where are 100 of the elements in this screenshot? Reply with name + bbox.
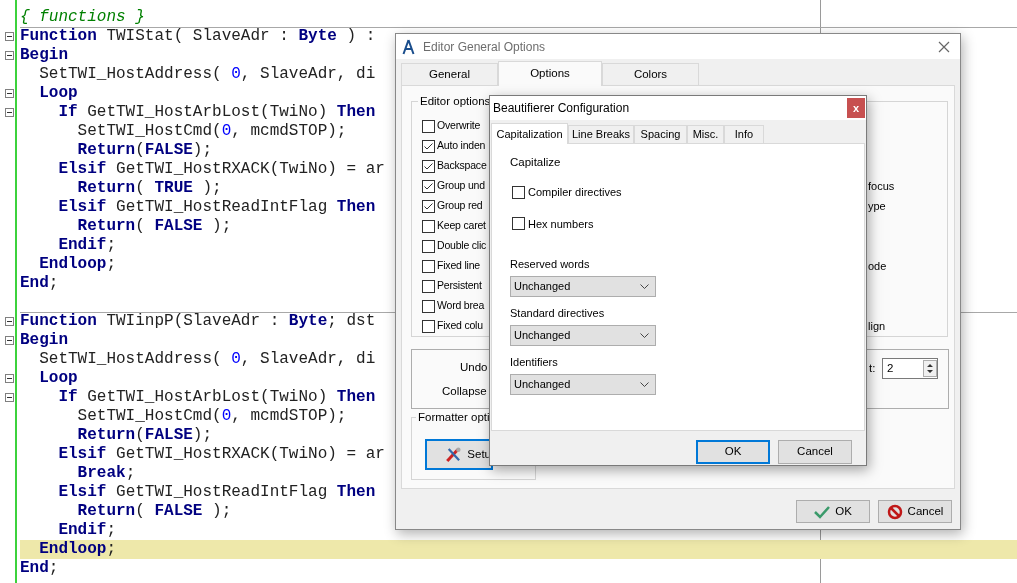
code-line: SetTWI_HostCmd(0, mcmdSTOP); <box>76 122 347 141</box>
checkbox[interactable] <box>422 259 435 273</box>
code-line: Endloop; <box>38 255 117 274</box>
tab[interactable]: Line Breaks <box>568 125 634 143</box>
code-line: Endif; <box>57 236 117 255</box>
close-icon[interactable] <box>938 40 950 53</box>
tab[interactable]: Colors <box>602 63 699 85</box>
chevron-down-icon <box>640 381 649 388</box>
code-line: If GetTWI_HostArbLost(TwiNo) Then <box>57 103 376 122</box>
fold-icon[interactable] <box>5 32 14 41</box>
checkbox-label: Group red <box>437 198 483 214</box>
code-line: Endif; <box>57 521 117 540</box>
checkbox[interactable] <box>422 179 435 193</box>
checkbox-label: Double clic <box>437 238 487 254</box>
ok-button[interactable]: OK <box>696 440 770 464</box>
fold-icon[interactable] <box>5 51 14 60</box>
spin-field[interactable]: 2 <box>882 358 938 379</box>
code-line: SetTWI_HostAddress( 0, SlaveAdr, di <box>38 65 376 84</box>
code-line: Return(FALSE); <box>76 426 213 445</box>
code-line: Return(FALSE); <box>76 141 213 160</box>
code-line: Endloop; <box>38 540 117 559</box>
fold-icon[interactable] <box>5 374 14 383</box>
code-line: Return( TRUE ); <box>76 179 222 198</box>
undo-label: Undo <box>460 360 488 374</box>
field-label: Standard directives <box>510 306 606 320</box>
spin-arrows-icon[interactable] <box>923 360 937 377</box>
checkbox-label: Word brea <box>437 298 485 314</box>
checkbox[interactable] <box>422 319 435 333</box>
tab[interactable]: Capitalization <box>491 123 568 144</box>
checkbox-label: Group und <box>437 178 485 194</box>
code-line: Break; <box>76 464 136 483</box>
chevron-down-icon <box>640 283 649 290</box>
code-line: Elsif GetTWI_HostRXACK(TwiNo) = ar <box>57 445 385 464</box>
window-title: Beautifierer Configuration <box>493 100 631 117</box>
checkbox[interactable] <box>422 239 435 253</box>
window-title: Editor General Options <box>423 38 546 56</box>
code-line: End; <box>20 274 59 293</box>
group-title: Formatter opti <box>416 410 492 424</box>
code-line: SetTWI_HostAddress( 0, SlaveAdr, di <box>38 350 376 369</box>
code-line: Begin <box>20 331 68 350</box>
option-label: ype <box>868 198 886 214</box>
checkbox-label: Persistent <box>437 278 482 294</box>
spin-label: t: <box>869 361 876 375</box>
tab[interactable]: General <box>401 63 498 85</box>
fold-icon[interactable] <box>5 393 14 402</box>
code-line: { functions } <box>20 8 145 27</box>
checkbox[interactable] <box>422 279 435 293</box>
fold-icon[interactable] <box>5 108 14 117</box>
checkbox-label: Overwrite <box>437 118 481 134</box>
field-label: Identifiers <box>510 355 559 369</box>
cancel-button[interactable]: Cancel <box>878 500 952 523</box>
code-line: SetTWI_HostCmd(0, mcmdSTOP); <box>76 407 347 426</box>
checkbox[interactable] <box>422 159 435 173</box>
checkbox[interactable] <box>422 299 435 313</box>
code-line: Elsif GetTWI_HostReadIntFlag Then <box>57 483 376 502</box>
fold-icon[interactable] <box>5 317 14 326</box>
collapse-label: Collapse <box>442 384 487 398</box>
checkbox-label: Hex numbers <box>528 216 594 232</box>
dropdown[interactable]: Unchanged <box>510 276 656 297</box>
code-line: Elsif GetTWI_HostRXACK(TwiNo) = ar <box>57 160 385 179</box>
prohibited-icon <box>886 503 903 520</box>
code-line: Elsif GetTWI_HostReadIntFlag Then <box>57 198 376 217</box>
checkbox-label: Keep caret <box>437 218 486 234</box>
code-line: Return( FALSE ); <box>76 502 232 521</box>
fold-icon[interactable] <box>5 336 14 345</box>
tab[interactable]: Spacing <box>634 125 687 143</box>
checkbox[interactable] <box>422 199 435 213</box>
code-line: End; <box>20 559 59 578</box>
checkbox[interactable] <box>422 219 435 233</box>
fold-icon[interactable] <box>5 89 14 98</box>
code-line: Begin <box>20 46 68 65</box>
close-button[interactable]: x <box>847 98 865 118</box>
option-label: focus <box>868 178 895 194</box>
checkbox-label: Fixed colu <box>437 318 483 334</box>
checkbox-label: Backspace <box>437 158 487 174</box>
tab[interactable]: Options <box>498 61 602 86</box>
checkbox[interactable] <box>422 119 435 133</box>
code-line: Function TWIinpP(SlaveAdr : Byte; dst <box>20 312 376 331</box>
code-line: Function TWIStat( SlaveAdr : Byte ) : <box>20 27 376 46</box>
cancel-button[interactable]: Cancel <box>778 440 852 464</box>
field-label: Reserved words <box>510 257 591 271</box>
code-line: Loop <box>38 84 78 103</box>
section-heading: Capitalize <box>510 155 562 170</box>
checkbox[interactable] <box>512 185 525 199</box>
checkbox-label: Auto inden <box>437 138 486 154</box>
dropdown[interactable]: Unchanged <box>510 325 656 346</box>
tab[interactable]: Info <box>724 125 764 143</box>
checkbox[interactable] <box>512 217 525 231</box>
ok-button[interactable]: OK <box>796 500 870 523</box>
option-label: lign <box>868 318 886 334</box>
tab[interactable]: Misc. <box>687 125 724 143</box>
checkbox-label: Compiler directives <box>528 185 622 200</box>
dropdown[interactable]: Unchanged <box>510 374 656 395</box>
checkmark-icon <box>814 504 831 519</box>
checkbox[interactable] <box>422 139 435 153</box>
code-line: Loop <box>38 369 78 388</box>
code-line: Return( FALSE ); <box>76 217 232 236</box>
chevron-down-icon <box>640 332 649 339</box>
option-label: ode <box>868 258 887 274</box>
checkbox-label: Fixed line <box>437 258 480 274</box>
